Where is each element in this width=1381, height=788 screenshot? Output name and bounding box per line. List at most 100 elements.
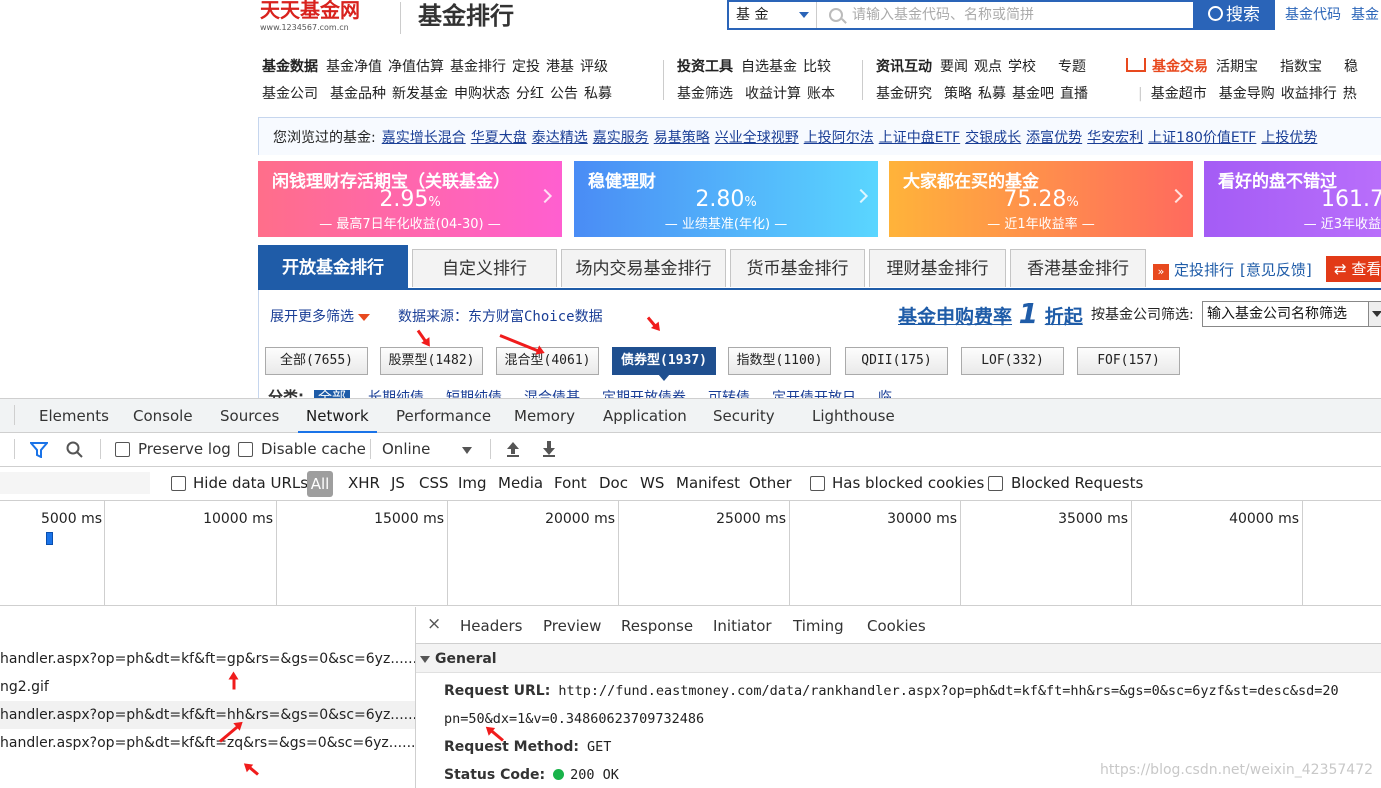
top-link-fund-code[interactable]: 基金代码 <box>1285 7 1341 23</box>
nav-link[interactable]: 活期宝 <box>1216 59 1258 75</box>
nav-link[interactable]: 指数宝 <box>1280 59 1322 75</box>
tab-network[interactable]: Network <box>298 399 377 433</box>
tab-application[interactable]: Application <box>603 399 687 432</box>
company-filter-dropdown[interactable] <box>1368 301 1381 327</box>
fund-type-fof[interactable]: FOF(157) <box>1077 347 1180 375</box>
filter-icon[interactable] <box>30 442 48 458</box>
nav-link[interactable]: 基金导购 <box>1219 86 1275 102</box>
feedback-link[interactable]: [意见反馈] <box>1240 261 1312 279</box>
nav-link[interactable]: 学校 <box>1008 59 1036 75</box>
category-link[interactable]: 可转债 <box>708 390 750 398</box>
search-icon[interactable] <box>66 441 84 459</box>
type-filter-all[interactable]: All <box>307 471 333 497</box>
search-button[interactable]: 搜索 <box>1193 0 1275 30</box>
nav-link[interactable]: 公告 <box>550 86 578 102</box>
blocked-requests-checkbox[interactable] <box>988 476 1003 491</box>
nav-link[interactable]: 观点 <box>974 59 1002 75</box>
request-row[interactable]: handler.aspx?op=ph&dt=kf&ft=zq&rs=&gs=0&… <box>0 729 415 757</box>
search-input[interactable]: 请输入基金代码、名称或简拼 <box>852 2 1034 28</box>
nav-link[interactable]: 新发基金 <box>392 86 448 102</box>
nav-link[interactable]: 账本 <box>807 86 835 102</box>
nav-link[interactable]: 净值估算 <box>388 59 444 75</box>
nav-link[interactable]: 专题 <box>1058 59 1086 75</box>
category-link[interactable]: 长期纯债 <box>368 390 424 398</box>
nav-link[interactable]: 分红 <box>516 86 544 102</box>
nav-link[interactable]: 私募 <box>584 86 612 102</box>
nav-link[interactable]: 策略 <box>944 86 972 102</box>
nav-link[interactable]: 申购状态 <box>454 86 510 102</box>
export-har-icon[interactable] <box>541 440 557 458</box>
tab-headers[interactable]: Headers <box>451 607 531 646</box>
preserve-log-checkbox[interactable] <box>115 442 130 457</box>
nav-link[interactable]: 评级 <box>580 59 608 75</box>
tab-money-fund-ranking[interactable]: 货币基金排行 <box>730 249 865 287</box>
category-link[interactable]: 临 <box>878 390 892 398</box>
tab-memory[interactable]: Memory <box>514 399 575 432</box>
nav-link[interactable]: 基金吧 <box>1012 86 1054 102</box>
tab-elements[interactable]: Elements <box>39 399 109 432</box>
type-filter-manifest[interactable]: Manifest <box>676 474 740 492</box>
top-link-fund[interactable]: 基金 <box>1351 7 1379 23</box>
tab-custom-ranking[interactable]: 自定义排行 <box>412 249 557 287</box>
nav-title-trade[interactable]: 基金交易 <box>1152 59 1208 75</box>
type-filter-doc[interactable]: Doc <box>599 474 628 492</box>
fund-type-lof[interactable]: LOF(332) <box>961 347 1064 375</box>
nav-link[interactable]: 基金筛选 <box>677 86 733 102</box>
request-row[interactable]: handler.aspx?op=ph&dt=kf&ft=gp&rs=&gs=0&… <box>0 645 415 673</box>
tab-exchange-ranking[interactable]: 场内交易基金排行 <box>561 249 726 287</box>
type-filter-media[interactable]: Media <box>498 474 543 492</box>
browsed-fund-link[interactable]: 上投优势 <box>1261 130 1317 146</box>
nav-link[interactable]: 基金研究 <box>876 86 932 102</box>
type-filter-other[interactable]: Other <box>749 474 792 492</box>
browsed-fund-link[interactable]: 嘉实增长混合 <box>382 130 466 146</box>
nav-link[interactable]: 基金品种 <box>330 86 386 102</box>
promo-banner-current-deposit[interactable]: 闲钱理财存活期宝（关联基金） 2.95% — 最高7日年化收益(04-30) — <box>258 161 562 237</box>
disable-cache-checkbox[interactable] <box>238 442 253 457</box>
tab-wealth-fund-ranking[interactable]: 理财基金排行 <box>869 249 1006 287</box>
promo-banner-bullish[interactable]: 看好的盘不错过 161.7 — 近3年收益 <box>1204 161 1381 237</box>
fund-type-bond[interactable]: 债券型(1937) <box>612 347 716 381</box>
nav-link[interactable]: 基金超市 <box>1151 86 1207 102</box>
browsed-fund-link[interactable]: 添富优势 <box>1026 130 1082 146</box>
tab-preview[interactable]: Preview <box>543 607 601 645</box>
nav-link[interactable]: 私募 <box>978 86 1006 102</box>
has-blocked-cookies-checkbox[interactable] <box>810 476 825 491</box>
nav-link[interactable]: 基金排行 <box>450 59 506 75</box>
fund-type-qdii[interactable]: QDII(175) <box>845 347 948 375</box>
browsed-fund-link[interactable]: 易基策略 <box>654 130 710 146</box>
tab-timing[interactable]: Timing <box>793 607 844 645</box>
request-row[interactable]: ng2.gif <box>0 673 415 701</box>
tab-initiator[interactable]: Initiator <box>713 607 772 645</box>
tab-console[interactable]: Console <box>133 399 193 432</box>
tab-cookies[interactable]: Cookies <box>867 607 926 645</box>
browsed-fund-link[interactable]: 华安宏利 <box>1087 130 1143 146</box>
category-link[interactable]: 定开债开放日 <box>772 390 856 398</box>
category-link[interactable]: 混合债基 <box>524 390 580 398</box>
nav-link[interactable]: 自选基金 <box>741 59 797 75</box>
type-filter-js[interactable]: JS <box>391 474 405 492</box>
tab-sources[interactable]: Sources <box>220 399 279 432</box>
dingtou-ranking-link[interactable]: 定投排行 <box>1174 261 1234 279</box>
fee-discount-promo[interactable]: 基金申购费率 1 折起 <box>898 297 1083 330</box>
close-icon[interactable]: × <box>427 614 441 634</box>
browsed-fund-link[interactable]: 兴业全球视野 <box>715 130 799 146</box>
type-filter-img[interactable]: Img <box>458 474 487 492</box>
company-filter-input[interactable]: 输入基金公司名称筛选 <box>1202 301 1381 327</box>
import-har-icon[interactable] <box>505 440 521 458</box>
tab-open-fund-ranking[interactable]: 开放基金排行 <box>258 245 408 289</box>
type-filter-xhr[interactable]: XHR <box>348 474 380 492</box>
nav-link[interactable]: 收益计算 <box>745 86 801 102</box>
nav-link[interactable]: 要闻 <box>940 59 968 75</box>
tab-lighthouse[interactable]: Lighthouse <box>812 399 895 432</box>
type-filter-font[interactable]: Font <box>554 474 587 492</box>
nav-link[interactable]: 收益排行 <box>1281 86 1337 102</box>
category-link[interactable]: 短期纯债 <box>446 390 502 398</box>
category-all[interactable]: 全部 <box>314 390 350 398</box>
network-timeline[interactable]: 5000 ms 10000 ms 15000 ms 20000 ms 25000… <box>0 501 1381 606</box>
browsed-fund-link[interactable]: 上投阿尔法 <box>804 130 874 146</box>
browsed-fund-link[interactable]: 泰达精选 <box>532 130 588 146</box>
category-link[interactable]: 定期开放债券 <box>602 390 686 398</box>
tab-hk-fund-ranking[interactable]: 香港基金排行 <box>1010 249 1146 287</box>
promo-banner-popular[interactable]: 大家都在买的基金 75.28% — 近1年收益率 — <box>889 161 1193 237</box>
browsed-fund-link[interactable]: 华夏大盘 <box>471 130 527 146</box>
